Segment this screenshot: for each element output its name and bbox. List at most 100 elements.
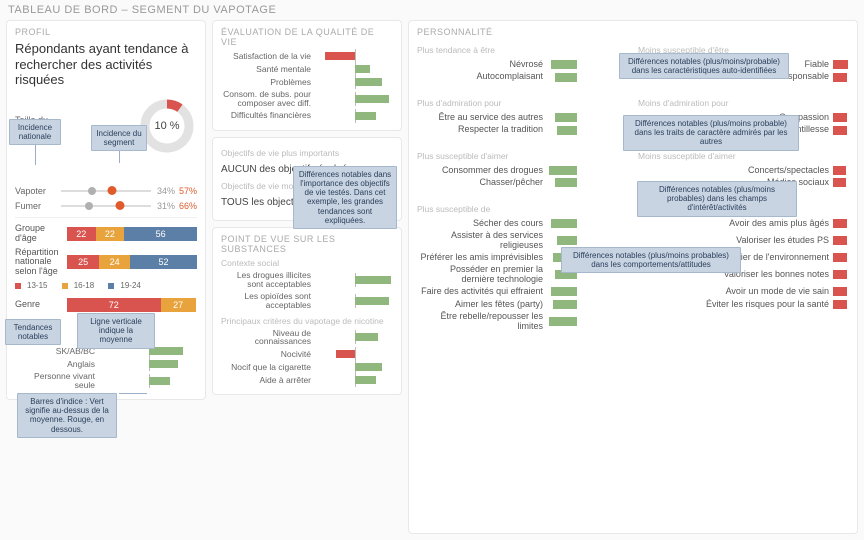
leader-line bbox=[119, 393, 147, 394]
pers-more-half: Aimer les fêtes (party) bbox=[417, 300, 628, 309]
pers-more-label: Respecter la tradition bbox=[417, 125, 547, 134]
index-label: Les opioïdes sont acceptables bbox=[221, 292, 317, 310]
pers-less-label: Valoriser les études PS bbox=[703, 236, 833, 245]
pers-less-half: Avoir un mode de vie sain bbox=[638, 287, 849, 296]
incidence-track bbox=[61, 205, 151, 207]
index-row: Les opioïdes sont acceptables bbox=[221, 292, 393, 310]
incidence-rows: Vapoter 34%57% Fumer 31%66% bbox=[15, 186, 197, 211]
pers-less-bar bbox=[833, 287, 849, 296]
index-track bbox=[317, 275, 393, 285]
gender-row: Genre 72 27 bbox=[15, 298, 197, 312]
note-seg-incidence: Incidence du segment bbox=[91, 125, 147, 151]
index-label: Problèmes bbox=[221, 78, 317, 87]
stacked-row: Répartition nationale selon l'âge 25 24 … bbox=[15, 248, 197, 278]
gender-stacked: Genre 72 27 bbox=[15, 298, 197, 312]
index-label: Niveau de connaissances bbox=[221, 329, 317, 347]
pers-more-half: Chasser/pêcher bbox=[417, 178, 628, 187]
pers-more-half: Respecter la tradition bbox=[417, 125, 628, 134]
pers-more-label: Préférer les amis imprévisibles bbox=[417, 253, 547, 262]
index-track bbox=[317, 77, 393, 87]
qol-index-bars: Satisfaction de la vie Santé mentale Pro… bbox=[221, 51, 393, 121]
pers-less-h: Moins susceptible d'aimer bbox=[638, 151, 849, 161]
index-track bbox=[317, 94, 393, 104]
pers-row: Sécher des cours Avoir des amis plus âgé… bbox=[417, 219, 849, 228]
incidence-label: Fumer bbox=[15, 201, 57, 211]
pers-more-half: Névrosé bbox=[417, 60, 628, 69]
pers-row: Consommer des drogues Concerts/spectacle… bbox=[417, 166, 849, 175]
pers-less-half bbox=[638, 312, 849, 331]
pers-more-h: Plus tendance à être bbox=[417, 45, 628, 55]
card-qol: ÉVALUATION DE LA QUALITÉ DE VIE Satisfac… bbox=[212, 20, 402, 131]
pers-less-bar bbox=[833, 178, 849, 187]
pers-more-half: Sécher des cours bbox=[417, 219, 628, 228]
incidence-label: Vapoter bbox=[15, 186, 57, 196]
pers-row: Aimer les fêtes (party) Éviter les risqu… bbox=[417, 300, 849, 309]
social-h: Contexte social bbox=[221, 258, 393, 268]
pers-more-half: Être au service des autres bbox=[417, 113, 628, 122]
index-row: Anglais bbox=[15, 359, 197, 369]
index-label: Nocivité bbox=[221, 350, 317, 359]
note-bars: Barres d'indice : Vert signifie au-dessu… bbox=[17, 393, 117, 438]
index-track bbox=[317, 362, 393, 372]
pers-row: Faire des activités qui effraient Avoir … bbox=[417, 287, 849, 296]
pers-less-bar bbox=[833, 236, 849, 245]
pers-less-bar bbox=[833, 126, 849, 135]
incidence-row: Vapoter 34%57% bbox=[15, 186, 197, 196]
gender-label: Genre bbox=[15, 300, 67, 310]
index-label: Anglais bbox=[15, 360, 101, 369]
pers-row: Être rebelle/repousser les limites bbox=[417, 312, 849, 331]
pers-more-h: Plus susceptible de bbox=[417, 204, 628, 214]
pers-less-bar bbox=[833, 270, 849, 279]
page-title: TABLEAU DE BORD – SEGMENT DU VAPOTAGE bbox=[0, 0, 864, 20]
pers-more-bar bbox=[547, 126, 577, 135]
index-label: Consom. de subs. pour composer avec diff… bbox=[221, 90, 317, 108]
col-profile: PROFIL Répondants ayant tendance à reche… bbox=[6, 20, 206, 534]
pers-more-bar bbox=[547, 178, 577, 187]
stacked-label: Répartition nationale selon l'âge bbox=[15, 248, 67, 278]
incidence-values: 31%66% bbox=[157, 201, 197, 211]
note-vline: Ligne verticale indique la moyenne bbox=[77, 313, 155, 349]
note-pers-1: Différences notables (plus/moins/probabl… bbox=[619, 53, 789, 79]
profile-title: Répondants ayant tendance à rechercher d… bbox=[15, 41, 197, 88]
qol-header: ÉVALUATION DE LA QUALITÉ DE VIE bbox=[221, 27, 393, 47]
index-track bbox=[101, 359, 197, 369]
subs-drivers-bars: Niveau de connaissances Nocivité Nocif q… bbox=[221, 329, 393, 386]
index-label: Personne vivant seule bbox=[15, 372, 101, 390]
index-row: Consom. de subs. pour composer avec diff… bbox=[221, 90, 393, 108]
index-track bbox=[317, 51, 393, 61]
card-personality: PERSONNALITÉ Plus tendance à être Moins … bbox=[408, 20, 858, 534]
pers-more-h: Plus susceptible d'aimer bbox=[417, 151, 628, 161]
index-row: Difficultés financières bbox=[221, 111, 393, 121]
pers-more-label: Sécher des cours bbox=[417, 219, 547, 228]
pers-less-bar bbox=[833, 60, 849, 69]
pers-more-half: Être rebelle/repousser les limites bbox=[417, 312, 628, 331]
pers-more-label: Névrosé bbox=[417, 60, 547, 69]
card-substances: POINT DE VUE SUR LES SUBSTANCES Contexte… bbox=[212, 227, 402, 396]
pers-more-bar bbox=[547, 113, 577, 122]
age-rows: Groupe d'âge 22 22 56 Répartition nation… bbox=[15, 224, 197, 277]
pers-less-bar bbox=[833, 113, 849, 122]
card-goals: Objectifs de vie plus importants AUCUN d… bbox=[212, 137, 402, 221]
pers-more-label: Autocomplaisant bbox=[417, 72, 547, 81]
index-label: Santé mentale bbox=[221, 65, 317, 74]
dot-segment bbox=[108, 186, 117, 195]
pers-less-label: Avoir un mode de vie sain bbox=[703, 287, 833, 296]
card-profile: PROFIL Répondants ayant tendance à reche… bbox=[6, 20, 206, 400]
gender-bar: 72 27 bbox=[67, 298, 197, 312]
note-pers-3: Différences notables (plus/moins probabl… bbox=[637, 181, 797, 217]
index-track bbox=[317, 111, 393, 121]
pers-headers: Plus d'admiration pour Moins d'admiratio… bbox=[417, 94, 849, 110]
pers-more-label: Être au service des autres bbox=[417, 113, 547, 122]
index-label: Nocif que la cigarette bbox=[221, 363, 317, 372]
pers-more-label: Chasser/pêcher bbox=[417, 178, 547, 187]
col-personality: PERSONNALITÉ Plus tendance à être Moins … bbox=[408, 20, 858, 534]
pers-less-bar bbox=[833, 253, 849, 262]
incidence-values: 34%57% bbox=[157, 186, 197, 196]
subs-social-bars: Les drogues illicites sont acceptables L… bbox=[221, 271, 393, 310]
pers-less-h: Moins d'admiration pour bbox=[638, 98, 849, 108]
index-label: Satisfaction de la vie bbox=[221, 52, 317, 61]
pers-less-bar bbox=[833, 166, 849, 175]
pers-more-bar bbox=[547, 60, 577, 69]
dot-national bbox=[88, 187, 96, 195]
index-track bbox=[101, 376, 197, 386]
